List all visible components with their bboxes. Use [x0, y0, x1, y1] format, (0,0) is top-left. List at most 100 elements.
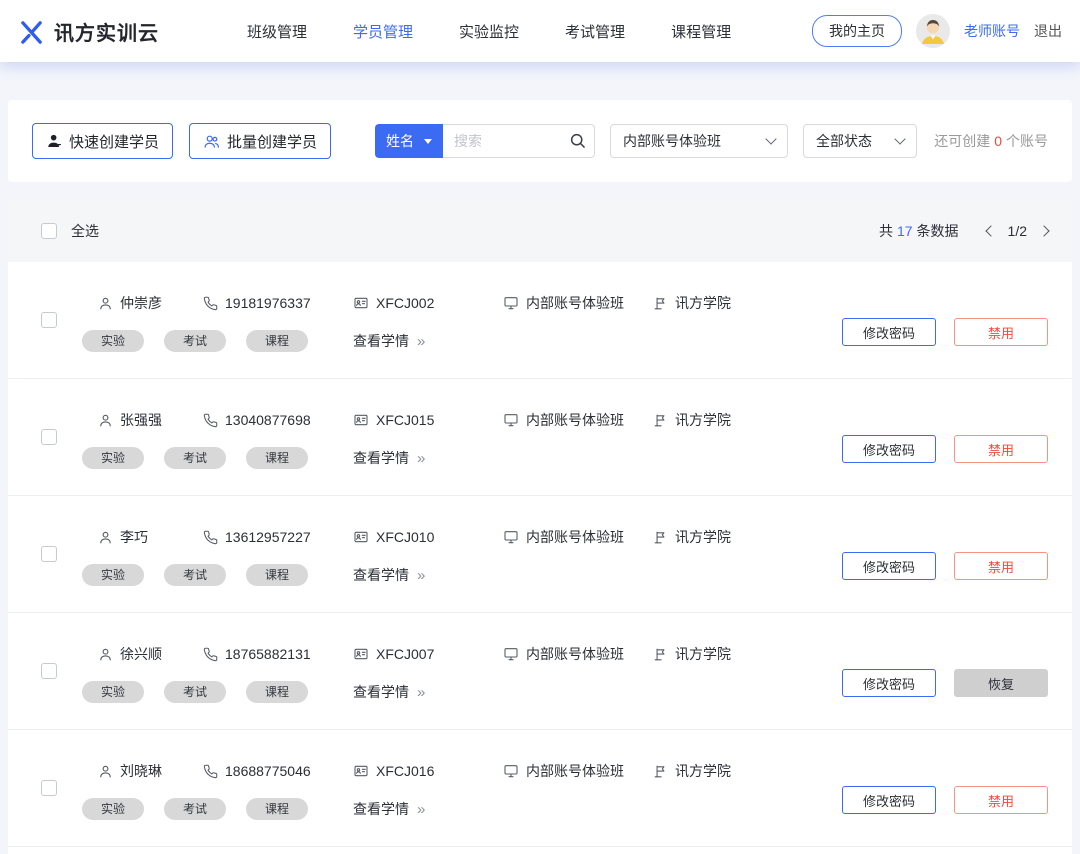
row-tags: 实验考试课程	[82, 447, 353, 469]
student-phone: 13040877698	[225, 412, 311, 428]
view-learning-link[interactable]: 查看学情 »	[353, 682, 425, 702]
total-count: 17	[897, 223, 913, 239]
nav-item[interactable]: 考试管理	[565, 21, 625, 42]
tag-pill[interactable]: 实验	[82, 564, 144, 586]
id-card-icon	[353, 763, 369, 779]
student-class: 内部账号体验班	[526, 527, 624, 547]
id-card-icon	[353, 529, 369, 545]
student-phone: 13612957227	[225, 529, 311, 545]
select-all-label: 全选	[71, 221, 99, 241]
double-chevron-right-icon: »	[417, 333, 425, 350]
row-tags: 实验考试课程	[82, 564, 353, 586]
search-icon[interactable]	[568, 131, 587, 155]
view-learning-label: 查看学情	[353, 682, 409, 702]
user-icon	[98, 530, 113, 545]
tag-pill[interactable]: 实验	[82, 330, 144, 352]
nav-item[interactable]: 学员管理	[353, 21, 413, 42]
total-count-text: 共17条数据	[879, 221, 959, 241]
brand-logo[interactable]: 讯方实训云	[18, 17, 159, 46]
student-account-code: XFCJ015	[376, 412, 434, 428]
student-name: 徐兴顺	[120, 644, 162, 664]
view-learning-link[interactable]: 查看学情 »	[353, 799, 425, 819]
next-row-partial	[8, 847, 1072, 854]
nav-item[interactable]: 实验监控	[459, 21, 519, 42]
id-card-icon	[353, 295, 369, 311]
status-button[interactable]: 禁用	[954, 435, 1048, 463]
search-field-select[interactable]: 姓名	[375, 124, 443, 158]
change-password-button[interactable]: 修改密码	[842, 552, 936, 580]
class-filter-select[interactable]: 内部账号体验班	[610, 124, 788, 158]
monitor-icon	[503, 412, 519, 428]
nav-item[interactable]: 班级管理	[247, 21, 307, 42]
tag-pill[interactable]: 实验	[82, 798, 144, 820]
class-filter-value: 内部账号体验班	[623, 131, 721, 151]
tag-pill[interactable]: 课程	[246, 447, 308, 469]
brand-logo-icon	[18, 18, 45, 45]
tag-pill[interactable]: 实验	[82, 681, 144, 703]
tag-pill[interactable]: 考试	[164, 330, 226, 352]
logout-link[interactable]: 退出	[1034, 21, 1062, 41]
quick-create-student-button[interactable]: 快速创建学员	[32, 123, 173, 159]
status-button[interactable]: 禁用	[954, 318, 1048, 346]
change-password-button[interactable]: 修改密码	[842, 318, 936, 346]
tag-pill[interactable]: 考试	[164, 447, 226, 469]
row-tags: 实验考试课程	[82, 681, 353, 703]
list-header: 全选 共17条数据 1/2	[8, 200, 1072, 262]
tag-pill[interactable]: 课程	[246, 564, 308, 586]
change-password-button[interactable]: 修改密码	[842, 669, 936, 697]
next-page-icon[interactable]	[1038, 225, 1049, 236]
select-all-checkbox[interactable]	[41, 223, 57, 239]
batch-create-label: 批量创建学员	[227, 131, 317, 152]
row-checkbox[interactable]	[41, 312, 57, 328]
monitor-icon	[503, 529, 519, 545]
student-name: 张强强	[120, 410, 162, 430]
student-row: 仲崇彦 19181976337 XFCJ002	[8, 262, 1072, 379]
phone-icon	[203, 647, 218, 662]
prev-page-icon[interactable]	[985, 225, 996, 236]
row-checkbox[interactable]	[41, 546, 57, 562]
batch-create-student-button[interactable]: 批量创建学员	[189, 123, 331, 159]
quick-create-label: 快速创建学员	[69, 131, 159, 152]
toolbar: 快速创建学员 批量创建学员 姓名 内部账号体验班	[8, 100, 1072, 182]
view-learning-link[interactable]: 查看学情 »	[353, 565, 425, 585]
status-button[interactable]: 恢复	[954, 669, 1048, 697]
tag-pill[interactable]: 实验	[82, 447, 144, 469]
my-homepage-button[interactable]: 我的主页	[812, 15, 902, 47]
tag-pill[interactable]: 课程	[246, 681, 308, 703]
student-school: 讯方学院	[675, 293, 731, 313]
avatar[interactable]	[916, 14, 950, 48]
teacher-account-label[interactable]: 老师账号	[964, 21, 1020, 41]
student-account-code: XFCJ007	[376, 646, 434, 662]
student-account-code: XFCJ002	[376, 295, 434, 311]
student-account-code: XFCJ010	[376, 529, 434, 545]
nav-item[interactable]: 课程管理	[671, 21, 731, 42]
status-button[interactable]: 禁用	[954, 786, 1048, 814]
status-filter-select[interactable]: 全部状态	[803, 124, 917, 158]
double-chevron-right-icon: »	[417, 684, 425, 701]
user-icon	[98, 764, 113, 779]
view-learning-link[interactable]: 查看学情 »	[353, 448, 425, 468]
row-checkbox[interactable]	[41, 429, 57, 445]
student-phone: 18765882131	[225, 646, 311, 662]
view-learning-link[interactable]: 查看学情 »	[353, 331, 425, 351]
change-password-button[interactable]: 修改密码	[842, 435, 936, 463]
row-checkbox[interactable]	[41, 780, 57, 796]
change-password-button[interactable]: 修改密码	[842, 786, 936, 814]
phone-icon	[203, 530, 218, 545]
pagination: 1/2	[987, 223, 1048, 239]
status-button[interactable]: 禁用	[954, 552, 1048, 580]
row-checkbox[interactable]	[41, 663, 57, 679]
school-flag-icon	[653, 530, 668, 545]
tag-pill[interactable]: 考试	[164, 681, 226, 703]
tag-pill[interactable]: 考试	[164, 798, 226, 820]
id-card-icon	[353, 646, 369, 662]
student-phone: 18688775046	[225, 763, 311, 779]
tag-pill[interactable]: 课程	[246, 330, 308, 352]
student-list: 全选 共17条数据 1/2 仲崇彦	[8, 200, 1072, 854]
student-account-code: XFCJ016	[376, 763, 434, 779]
topbar-right: 我的主页 老师账号 退出	[812, 14, 1062, 48]
monitor-icon	[503, 646, 519, 662]
tag-pill[interactable]: 考试	[164, 564, 226, 586]
tag-pill[interactable]: 课程	[246, 798, 308, 820]
user-icon	[98, 647, 113, 662]
